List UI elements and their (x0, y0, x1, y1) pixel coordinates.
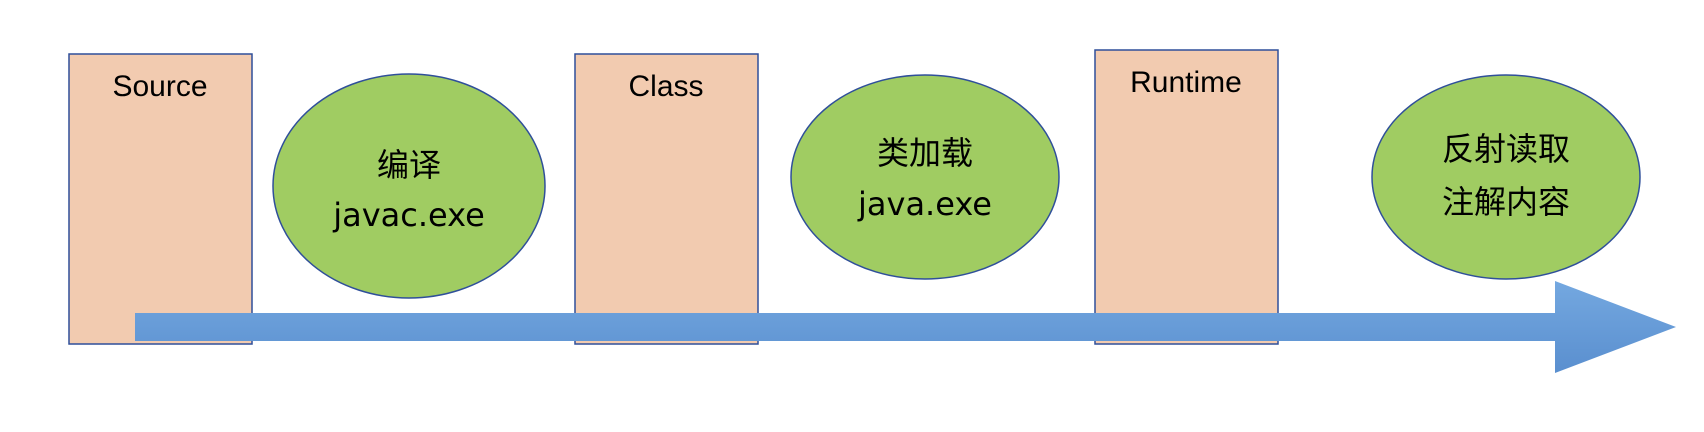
step-classload-label-line1: 类加载 (877, 134, 973, 172)
timeline-arrow (135, 281, 1676, 373)
step-reflection-ellipse (1371, 74, 1641, 280)
step-compile-label-line2: javac.exe (332, 196, 485, 234)
step-reflection: 反射读取 注解内容 (1371, 74, 1641, 280)
stage-source-label: Source (112, 70, 207, 103)
stage-class: Class (574, 53, 759, 345)
step-classload: 类加载 java.exe (790, 74, 1060, 280)
step-classload-label-line2: java.exe (857, 185, 992, 223)
step-reflection-label-line2: 注解内容 (1442, 183, 1570, 221)
step-compile: 编译 javac.exe (272, 73, 546, 299)
lifecycle-diagram: Source Class Runtime 编译 javac.exe 类加载 ja… (68, 49, 1676, 373)
stage-runtime-label: Runtime (1130, 66, 1242, 99)
step-compile-label-line1: 编译 (377, 146, 441, 184)
step-classload-ellipse (790, 74, 1060, 280)
step-compile-ellipse (272, 73, 546, 299)
stage-source: Source (68, 53, 253, 345)
step-reflection-label-line1: 反射读取 (1442, 130, 1570, 168)
stage-class-label: Class (628, 70, 703, 103)
stage-runtime: Runtime (1094, 49, 1279, 345)
